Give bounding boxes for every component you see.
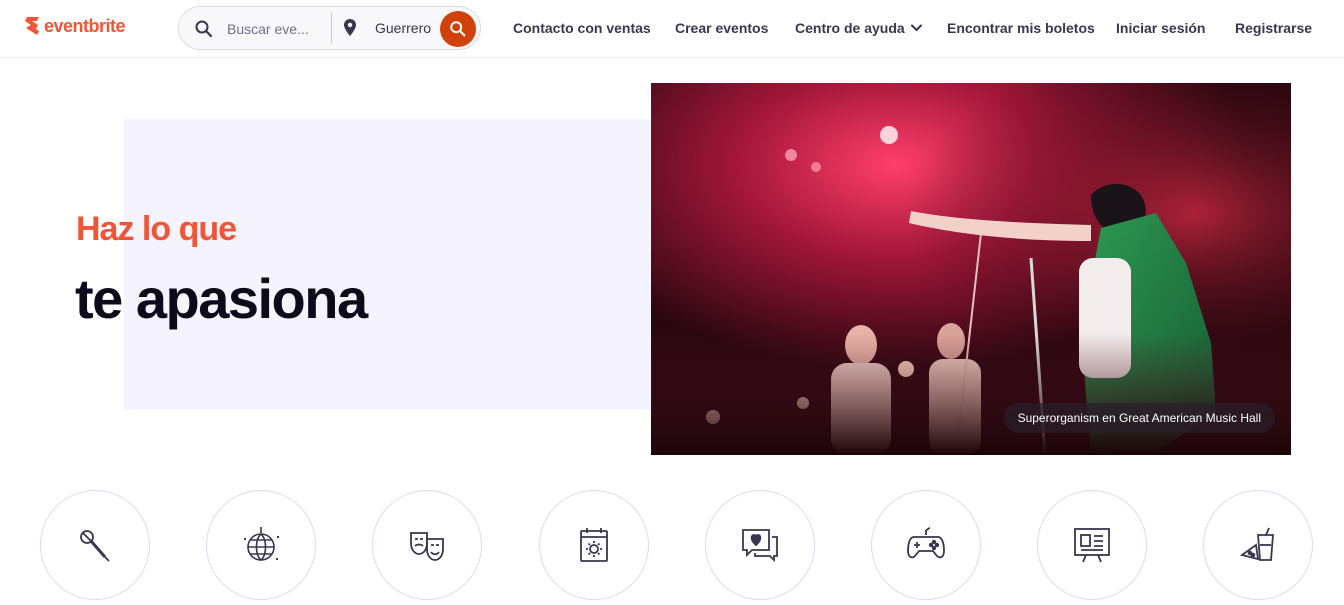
location-pin-icon [344, 19, 356, 36]
presentation-board-icon [1074, 528, 1110, 563]
theater-masks-icon [410, 532, 444, 561]
category-list [0, 490, 1344, 605]
search-bar: Guerrero [178, 6, 481, 50]
hero-background [124, 119, 651, 410]
chevron-down-icon [910, 24, 922, 32]
nav-help-center[interactable]: Centro de ayuda [795, 20, 922, 36]
category-hobbies[interactable] [871, 490, 981, 600]
nav-create-events[interactable]: Crear eventos [675, 20, 768, 36]
hero-subtitle: Haz lo que [76, 210, 237, 248]
eventbrite-logo[interactable]: eventbrite [24, 15, 126, 37]
location-field[interactable]: Guerrero [375, 20, 431, 36]
search-input[interactable] [227, 19, 311, 39]
nav-login[interactable]: Iniciar sesión [1116, 20, 1205, 36]
category-performing-arts[interactable] [372, 490, 482, 600]
category-holidays[interactable] [539, 490, 649, 600]
nav-help-label: Centro de ayuda [795, 20, 905, 36]
disco-ball-icon [244, 527, 279, 562]
category-nightlife[interactable] [206, 490, 316, 600]
nav-find-tickets[interactable]: Encontrar mis boletos [947, 20, 1095, 36]
calendar-sun-icon [580, 528, 608, 562]
nav-contact-sales[interactable]: Contacto con ventas [513, 20, 651, 36]
image-caption: Superorganism en Great American Music Ha… [1003, 403, 1275, 433]
hero-title: te apasiona [75, 267, 368, 330]
logo-text: eventbrite [44, 15, 126, 36]
chat-heart-icon [742, 529, 778, 563]
food-drink-icon [1239, 527, 1274, 561]
category-dating[interactable] [705, 490, 815, 600]
top-navigation-bar: eventbrite Guerrero Contacto con ventas … [0, 0, 1344, 58]
gamepad-icon [907, 527, 945, 559]
hero-image[interactable]: Superorganism en Great American Music Ha… [651, 83, 1291, 455]
search-button[interactable] [440, 11, 476, 47]
microphone-icon [80, 530, 110, 562]
nav-signup[interactable]: Registrarse [1235, 20, 1312, 36]
search-divider [331, 13, 332, 43]
search-icon [195, 20, 213, 38]
category-food-drink[interactable] [1203, 490, 1313, 600]
eventbrite-logo-icon [25, 17, 39, 35]
category-business[interactable] [1037, 490, 1147, 600]
search-icon [450, 21, 466, 37]
category-music[interactable] [40, 490, 150, 600]
concert-photo [651, 83, 1291, 455]
